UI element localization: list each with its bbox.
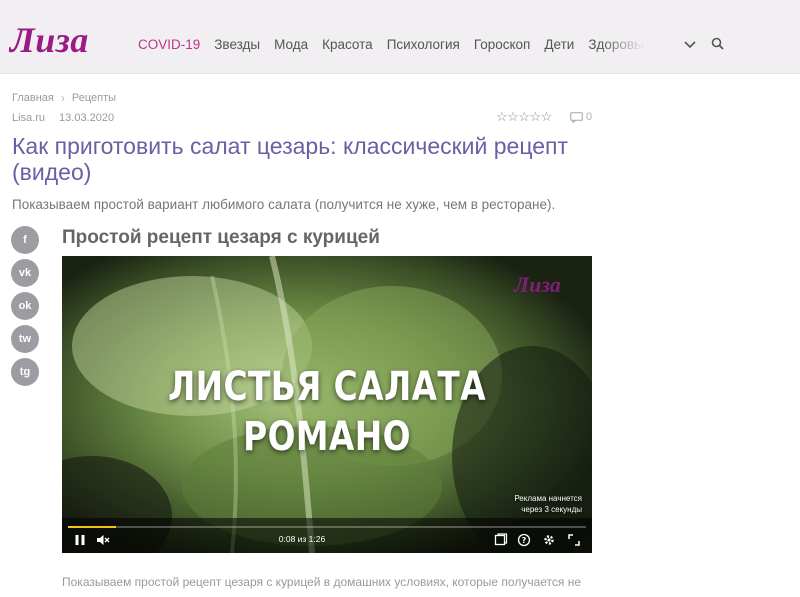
- subtitles-icon[interactable]: [494, 533, 508, 547]
- video-caption-line: ЛИСТЬЯ САЛАТА: [167, 364, 486, 410]
- article-lead: Показываем простой вариант любимого сала…: [12, 197, 556, 212]
- chevron-right-icon: ›: [60, 91, 65, 105]
- star-icon[interactable]: ☆: [518, 109, 530, 124]
- star-icon[interactable]: ☆: [507, 109, 519, 124]
- fullscreen-icon[interactable]: [567, 533, 581, 547]
- twitter-icon[interactable]: tw: [11, 325, 39, 353]
- video-player[interactable]: Лиза ЛИСТЬЯ САЛАТА РОМАНО Реклама начнет…: [62, 256, 592, 553]
- video-time: 0:08 из 1:26: [278, 534, 326, 544]
- nav-item-beauty[interactable]: Красота: [322, 36, 373, 54]
- nav-item-kids[interactable]: Дети: [544, 36, 574, 54]
- nav-item-horoscope[interactable]: Гороскоп: [474, 36, 531, 54]
- nav-fade-overlay: [600, 28, 660, 62]
- video-caption: ЛИСТЬЯ САЛАТА РОМАНО: [110, 362, 545, 462]
- ad-countdown-notice: Реклама начнется через 3 секунды: [482, 493, 582, 515]
- twitter-glyph: tw: [18, 333, 32, 345]
- page-title: Как приготовить салат цезарь: классическ…: [12, 133, 569, 185]
- comment-icon: [570, 111, 583, 123]
- main-nav: COVID-19 Звезды Мода Красота Психология …: [138, 36, 663, 54]
- article-source[interactable]: Lisa.ru: [12, 111, 45, 125]
- ad-notice-line: через 3 секунды: [521, 505, 582, 514]
- svg-text:?: ?: [522, 536, 527, 545]
- nav-item-covid[interactable]: COVID-19: [138, 36, 200, 54]
- star-icon[interactable]: ☆: [529, 109, 541, 124]
- ad-notice-line: Реклама начнется: [514, 494, 582, 503]
- nav-item-stars[interactable]: Звезды: [214, 36, 260, 54]
- odnoklassniki-glyph: ok: [18, 300, 32, 312]
- article-body-text: Показываем простой рецепт цезаря с куриц…: [62, 575, 582, 589]
- video-caption-line: РОМАНО: [243, 414, 411, 460]
- comments-count: 0: [586, 111, 593, 123]
- nav-item-fashion[interactable]: Мода: [274, 36, 308, 54]
- settings-gear-icon[interactable]: [542, 533, 556, 547]
- comments-link[interactable]: 0: [570, 111, 592, 123]
- breadcrumb: Главная › Рецепты: [12, 91, 116, 105]
- star-icon[interactable]: ☆: [496, 109, 508, 124]
- facebook-icon[interactable]: f: [11, 226, 39, 254]
- search-icon[interactable]: [710, 36, 726, 52]
- vk-icon[interactable]: vk: [11, 259, 39, 287]
- share-buttons: f vk ok tw tg: [11, 226, 39, 391]
- site-logo[interactable]: Лиза: [10, 18, 89, 62]
- rating-stars[interactable]: ☆☆☆☆☆: [496, 110, 552, 124]
- article-meta: Lisa.ru 13.03.2020: [12, 111, 114, 125]
- odnoklassniki-icon[interactable]: ok: [11, 292, 39, 320]
- telegram-glyph: tg: [19, 366, 31, 378]
- nav-item-psychology[interactable]: Психология: [387, 36, 460, 54]
- site-header: Лиза COVID-19 Звезды Мода Красота Психол…: [0, 0, 800, 74]
- breadcrumb-recipes[interactable]: Рецепты: [72, 91, 116, 105]
- chevron-down-icon[interactable]: [683, 36, 697, 52]
- help-icon[interactable]: ?: [517, 533, 531, 547]
- facebook-glyph: f: [23, 234, 27, 246]
- video-watermark-logo: Лиза: [514, 272, 561, 297]
- vk-glyph: vk: [18, 267, 32, 279]
- article-date: 13.03.2020: [59, 112, 115, 124]
- breadcrumb-home[interactable]: Главная: [12, 91, 54, 105]
- video-controls: 0:08 из 1:26 ?: [62, 528, 592, 553]
- telegram-icon[interactable]: tg: [11, 358, 39, 386]
- star-icon[interactable]: ☆: [541, 109, 553, 124]
- article-subtitle: Простой рецепт цезаря с курицей: [62, 227, 380, 248]
